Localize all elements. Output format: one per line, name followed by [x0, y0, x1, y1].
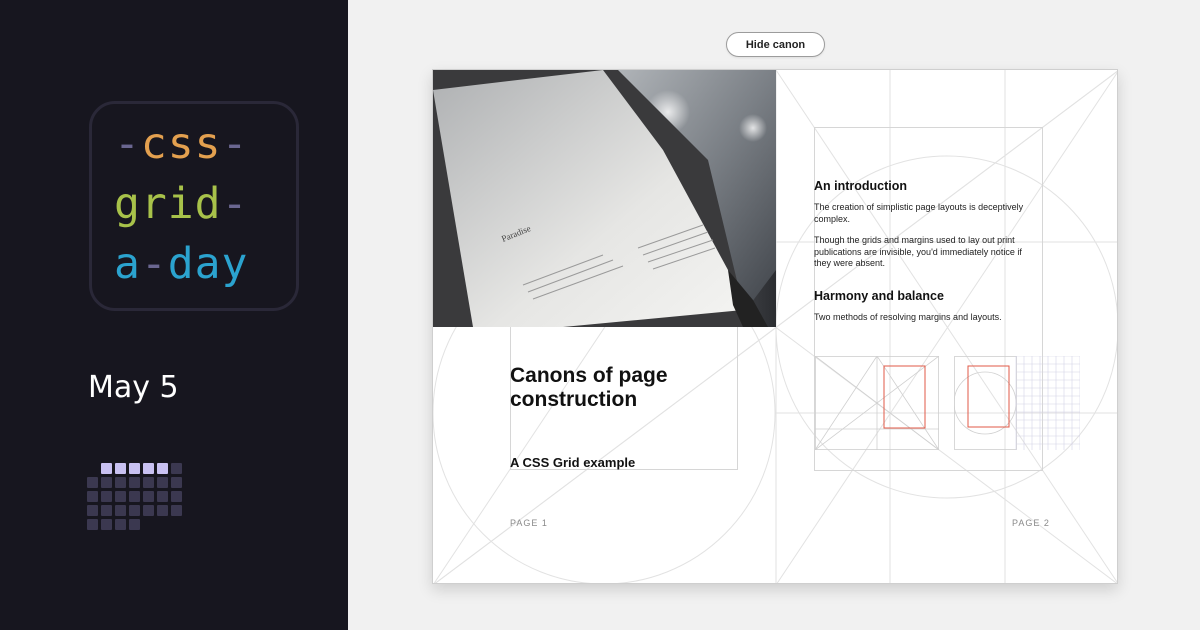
calendar-day	[115, 491, 126, 502]
calendar-day	[157, 463, 168, 474]
calendar-day	[171, 463, 182, 474]
css-grid-a-day-logo: -css- grid- a-day	[89, 101, 299, 311]
open-book-photo: Paradise	[433, 70, 776, 327]
page-title: Canons of page construction	[510, 364, 668, 411]
section-heading-introduction: An introduction	[814, 179, 908, 193]
logo-line-a-day: a-day	[114, 239, 249, 289]
calendar-day	[129, 491, 140, 502]
page-number-1: PAGE 1	[510, 518, 548, 528]
section-heading-harmony: Harmony and balance	[814, 289, 944, 303]
sidebar-panel: -css- grid- a-day May 5	[0, 0, 348, 630]
calendar-day	[171, 491, 182, 502]
hide-canon-button[interactable]: Hide canon	[726, 32, 825, 57]
calendar-day	[143, 505, 154, 516]
calendar-day	[157, 491, 168, 502]
calendar-day	[143, 477, 154, 488]
calendar-day	[101, 519, 112, 530]
calendar-day	[87, 491, 98, 502]
calendar-day	[129, 505, 140, 516]
calendar-day	[115, 477, 126, 488]
page-number-2: PAGE 2	[1012, 518, 1050, 528]
logo-line-grid: grid-	[114, 179, 249, 229]
paragraph-2: Though the grids and margins used to lay…	[814, 235, 1022, 268]
calendar-day	[87, 505, 98, 516]
calendar-day	[115, 505, 126, 516]
calendar-day	[171, 477, 182, 488]
calendar-blank	[87, 463, 98, 474]
calendar-day	[143, 463, 154, 474]
logo-line-css: -css-	[114, 119, 249, 169]
calendar-day	[129, 463, 140, 474]
calendar-day	[115, 519, 126, 530]
grid-diagram	[954, 356, 1080, 450]
calendar-day	[101, 505, 112, 516]
canon-diagram	[815, 356, 939, 450]
calendar-day	[129, 477, 140, 488]
calendar-day	[129, 519, 140, 530]
book-spread: Paradise Canons of page construction A C…	[432, 69, 1118, 584]
paragraph-1: The creation of simplistic page layouts …	[814, 202, 1024, 224]
date-label: May 5	[88, 370, 179, 405]
calendar-day	[157, 505, 168, 516]
calendar-day	[171, 505, 182, 516]
calendar-day	[115, 463, 126, 474]
page-subtitle: A CSS Grid example	[510, 455, 636, 470]
calendar-day	[101, 477, 112, 488]
progress-calendar	[87, 463, 182, 530]
calendar-day	[157, 477, 168, 488]
calendar-day	[87, 477, 98, 488]
paragraph-3: Two methods of resolving margins and lay…	[814, 312, 1002, 322]
calendar-day	[143, 491, 154, 502]
calendar-day	[101, 491, 112, 502]
calendar-day	[101, 463, 112, 474]
calendar-day	[87, 519, 98, 530]
